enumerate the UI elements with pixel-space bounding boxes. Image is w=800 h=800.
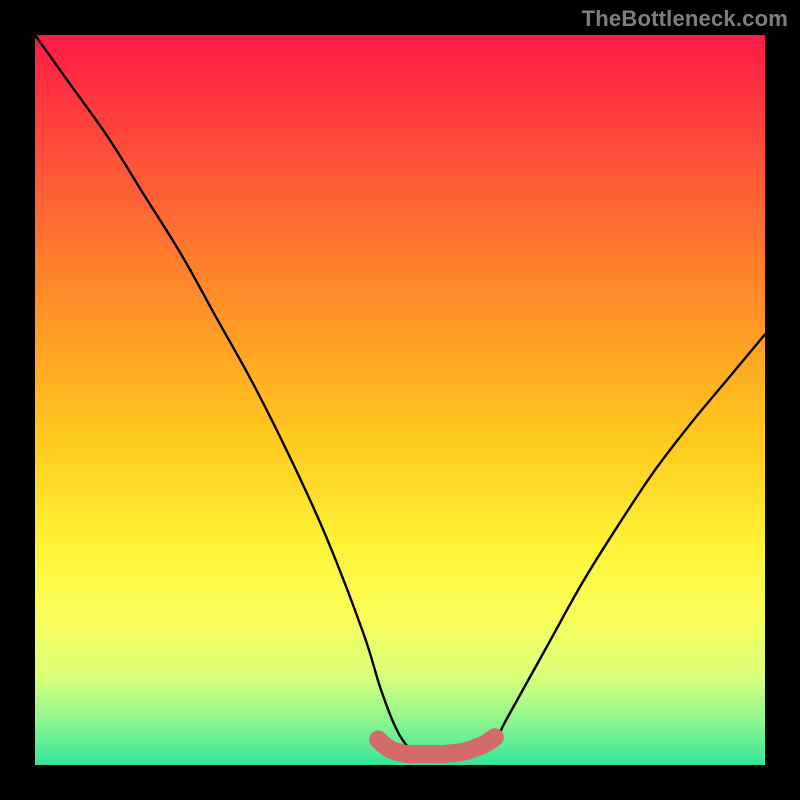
flat-highlight	[378, 737, 495, 754]
chart-plot-area	[35, 35, 765, 765]
watermark-text: TheBottleneck.com	[582, 6, 788, 32]
chart-frame: TheBottleneck.com	[0, 0, 800, 800]
chart-svg	[35, 35, 765, 765]
bottleneck-curve	[35, 35, 765, 756]
